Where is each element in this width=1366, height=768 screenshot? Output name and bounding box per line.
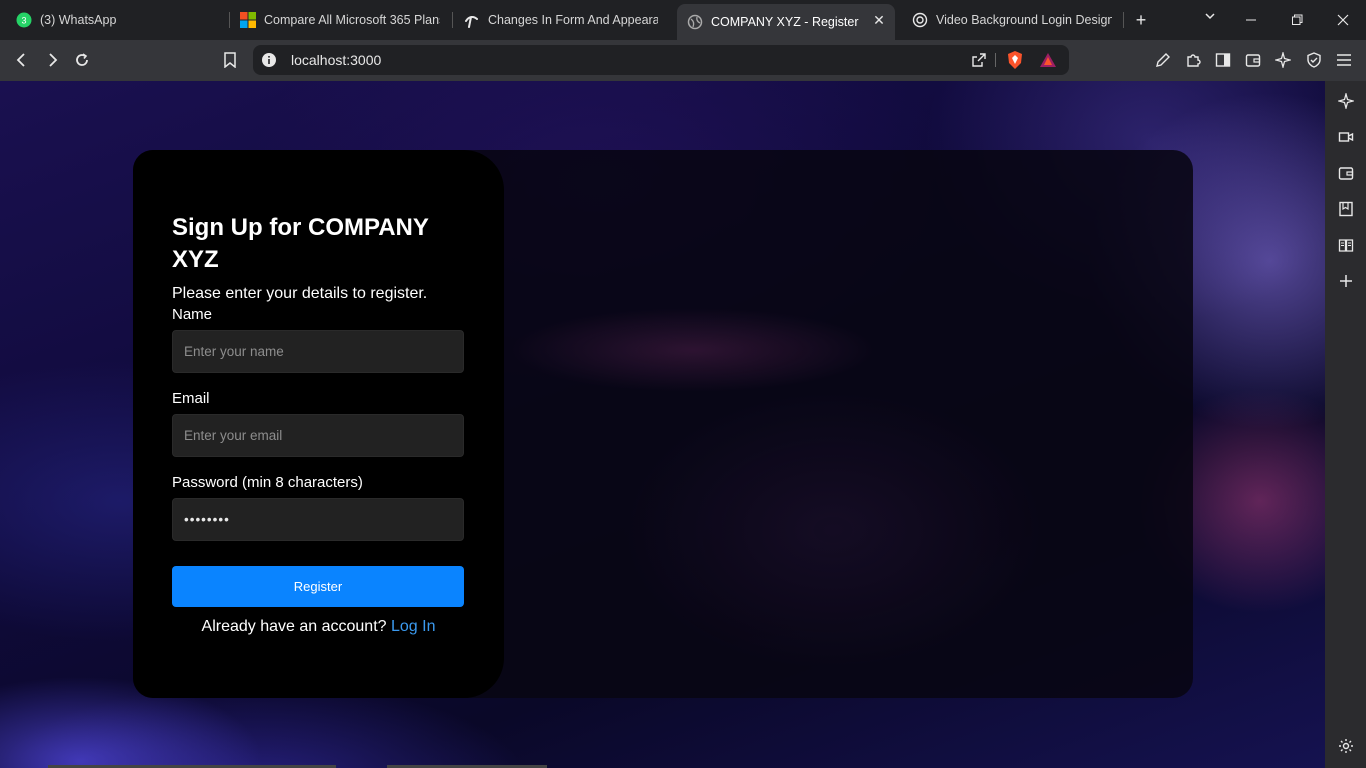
sidebar-toggle-icon[interactable] bbox=[1213, 50, 1233, 70]
register-button[interactable]: Register bbox=[172, 566, 464, 607]
brave-shields-icon[interactable] bbox=[1005, 50, 1025, 70]
p-logo-icon bbox=[464, 12, 480, 28]
minimize-button[interactable] bbox=[1228, 0, 1274, 40]
back-arrow-icon[interactable] bbox=[10, 48, 34, 72]
tab-changes-form[interactable]: Changes In Form And Appearance bbox=[454, 4, 668, 36]
restore-button[interactable] bbox=[1274, 0, 1320, 40]
name-label: Name bbox=[172, 306, 213, 323]
new-tab-button[interactable]: + bbox=[1130, 8, 1152, 32]
openai-icon bbox=[912, 12, 928, 28]
tab-separator bbox=[452, 12, 453, 28]
tab-microsoft[interactable]: Compare All Microsoft 365 Plans bbox=[230, 4, 450, 36]
wallet-icon[interactable] bbox=[1243, 50, 1263, 70]
globe-icon bbox=[687, 14, 703, 30]
address-url[interactable]: localhost:3000 bbox=[291, 52, 381, 68]
login-prompt-line: Already have an account? Log In bbox=[133, 618, 504, 636]
menu-hamburger-icon[interactable] bbox=[1334, 50, 1354, 70]
login-prompt-text: Already have an account? bbox=[201, 618, 387, 635]
pen-icon[interactable] bbox=[1153, 50, 1173, 70]
extensions-puzzle-icon[interactable] bbox=[1183, 50, 1203, 70]
close-window-button[interactable] bbox=[1320, 0, 1366, 40]
close-tab-icon[interactable]: ✕ bbox=[871, 12, 887, 28]
leo-ai-icon[interactable] bbox=[1336, 91, 1356, 111]
page-background: Sign Up for COMPANY XYZ Please enter you… bbox=[0, 81, 1325, 768]
omnibox-divider bbox=[995, 53, 996, 67]
email-label: Email bbox=[172, 390, 210, 407]
tab-company-register[interactable]: COMPANY XYZ - Register ✕ bbox=[677, 4, 895, 40]
microsoft-icon bbox=[240, 12, 256, 28]
share-icon[interactable] bbox=[969, 50, 989, 70]
talk-video-icon[interactable] bbox=[1336, 127, 1356, 147]
tab-title: COMPANY XYZ - Register bbox=[711, 15, 859, 29]
browser-side-panel bbox=[1325, 81, 1366, 768]
leo-ai-icon[interactable] bbox=[1273, 50, 1293, 70]
tab-title: Changes In Form And Appearance bbox=[488, 13, 658, 27]
bookmark-icon[interactable] bbox=[218, 48, 242, 72]
page-title: Sign Up for COMPANY XYZ bbox=[172, 214, 429, 273]
add-panel-icon[interactable] bbox=[1336, 271, 1356, 291]
brave-rewards-icon[interactable] bbox=[1038, 50, 1058, 70]
tab-video-background[interactable]: Video Background Login Design bbox=[902, 4, 1122, 36]
login-link[interactable]: Log In bbox=[391, 618, 435, 635]
browser-toolbar: localhost:3000 bbox=[0, 40, 1366, 81]
address-bar[interactable]: localhost:3000 bbox=[253, 45, 1069, 75]
tab-search-chevron-icon[interactable] bbox=[1200, 10, 1220, 30]
name-input[interactable] bbox=[172, 330, 464, 373]
tab-whatsapp[interactable]: 3 (3) WhatsApp bbox=[6, 4, 226, 36]
site-info-icon[interactable] bbox=[261, 52, 277, 68]
svg-text:3: 3 bbox=[21, 16, 26, 26]
whatsapp-icon: 3 bbox=[16, 12, 32, 28]
password-input[interactable] bbox=[172, 498, 464, 541]
page-subtitle: Please enter your details to register. bbox=[172, 285, 428, 302]
password-label: Password (min 8 characters) bbox=[172, 474, 363, 491]
settings-gear-icon[interactable] bbox=[1336, 736, 1356, 756]
register-card: Sign Up for COMPANY XYZ Please enter you… bbox=[133, 150, 504, 698]
tab-separator bbox=[1123, 12, 1124, 28]
email-input[interactable] bbox=[172, 414, 464, 457]
wallet-icon[interactable] bbox=[1336, 163, 1356, 183]
reload-icon[interactable] bbox=[70, 48, 94, 72]
forward-arrow-icon[interactable] bbox=[40, 48, 64, 72]
tab-title: Video Background Login Design bbox=[936, 13, 1112, 27]
vpn-shield-icon[interactable] bbox=[1304, 50, 1324, 70]
reading-list-icon[interactable] bbox=[1336, 235, 1356, 255]
bookmarks-icon[interactable] bbox=[1336, 199, 1356, 219]
tab-strip: 3 (3) WhatsApp Compare All Microsoft 365… bbox=[0, 0, 1366, 40]
tab-title: (3) WhatsApp bbox=[40, 13, 117, 27]
tab-title: Compare All Microsoft 365 Plans bbox=[264, 13, 440, 27]
